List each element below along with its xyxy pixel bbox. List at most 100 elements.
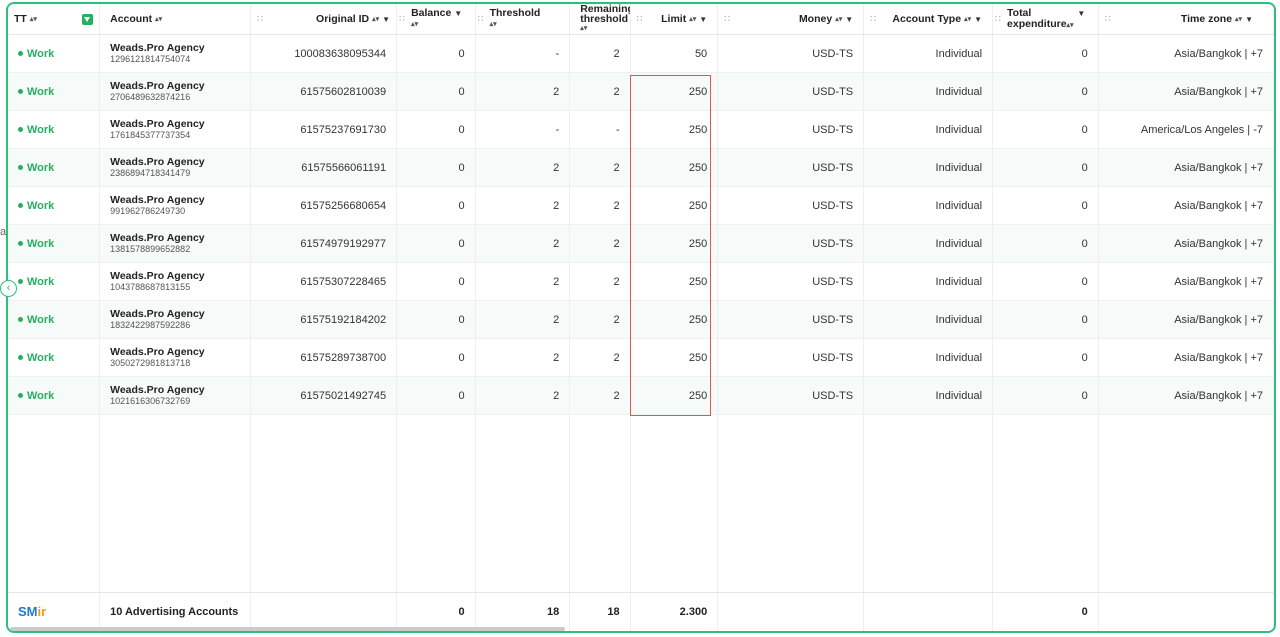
caret-down-icon[interactable]: ▼	[1077, 9, 1085, 18]
caret-down-icon[interactable]: ▼	[382, 15, 390, 24]
column-label-money: Money	[798, 13, 833, 25]
chevron-left-icon[interactable]: ‹	[0, 280, 17, 297]
caret-down-icon[interactable]: ▼	[974, 15, 982, 24]
caret-down-icon[interactable]: ▼	[845, 15, 853, 24]
account-cell[interactable]: Weads.Pro Agency 1761845377737354	[99, 110, 252, 149]
sort-icon[interactable]: ▴▾	[1235, 15, 1242, 23]
column-header-tt[interactable]: TT ▴▾	[8, 4, 101, 35]
account-cell[interactable]: Weads.Pro Agency 1832422987592286	[99, 300, 252, 339]
caret-down-icon[interactable]: ▼	[699, 15, 707, 24]
sort-icon[interactable]: ▴▾	[411, 19, 469, 30]
account-type-cell: Individual	[863, 338, 994, 377]
account-type-cell: Individual	[863, 34, 994, 73]
original-id-cell: 61575289738700	[250, 338, 398, 377]
account-cell[interactable]: Weads.Pro Agency 1021616306732769	[99, 376, 252, 415]
status-cell: Work	[8, 72, 101, 111]
money-cell: USD-TS	[717, 224, 865, 263]
drag-handle-icon[interactable]: ∷	[637, 14, 643, 25]
status-badge: Work	[27, 351, 55, 364]
sort-icon[interactable]: ▴▾	[835, 15, 842, 23]
sort-icon[interactable]: ▴▾	[580, 24, 623, 34]
remaining-threshold-cell: 2	[569, 148, 631, 187]
table-row[interactable]: Work Weads.Pro Agency 1761845377737354 61…	[8, 110, 1274, 149]
account-id: 1761845377737354	[110, 130, 191, 140]
drag-handle-icon[interactable]: ∷	[1105, 14, 1111, 25]
column-header-threshold[interactable]: ∷ Threshold ▼ ▴▾	[475, 4, 571, 35]
total-expenditure-cell: 0	[992, 300, 1099, 339]
caret-down-icon[interactable]: ▼	[1245, 15, 1253, 24]
account-name: Weads.Pro Agency	[110, 156, 205, 168]
sort-icon[interactable]: ▴▾	[155, 15, 162, 23]
total-expenditure-cell: 0	[992, 376, 1099, 415]
status-dot-icon	[18, 355, 23, 361]
drag-handle-icon[interactable]: ∷	[995, 14, 1001, 25]
account-cell[interactable]: Weads.Pro Agency 3050272981813718	[99, 338, 252, 377]
column-header-total-expenditure[interactable]: ∷ Total ▼ expenditure▴▾	[992, 4, 1099, 35]
balance-cell: 0	[396, 186, 476, 225]
drag-handle-icon[interactable]: ∷	[257, 14, 263, 25]
table-row[interactable]: Work Weads.Pro Agency 3050272981813718 61…	[8, 338, 1274, 377]
account-cell[interactable]: Weads.Pro Agency 1381578899652882	[99, 224, 252, 263]
time-zone-cell: Asia/Bangkok | +7	[1098, 72, 1274, 111]
sort-icon[interactable]: ▴▾	[689, 15, 696, 23]
time-zone-cell: Asia/Bangkok | +7	[1098, 186, 1274, 225]
time-zone-cell: Asia/Bangkok | +7	[1098, 300, 1274, 339]
table-row[interactable]: Work Weads.Pro Agency 2706489632874216 61…	[8, 72, 1274, 111]
account-name: Weads.Pro Agency	[110, 80, 205, 92]
account-cell[interactable]: Weads.Pro Agency 2386894718341479	[99, 148, 252, 187]
horizontal-scrollbar[interactable]	[10, 627, 565, 631]
column-header-remaining-threshold[interactable]: Remaining threshold ▴▾	[569, 4, 631, 35]
table-row[interactable]: Work Weads.Pro Agency 1381578899652882 61…	[8, 224, 1274, 263]
drag-handle-icon[interactable]: ∷	[870, 14, 876, 25]
column-header-original-id[interactable]: ∷ Original ID ▴▾ ▼	[250, 4, 398, 35]
status-dot-icon	[18, 127, 23, 133]
account-cell[interactable]: Weads.Pro Agency 991962786249730	[99, 186, 252, 225]
column-header-balance[interactable]: ∷ Balance ▼ ▴▾	[396, 4, 476, 35]
column-header-account[interactable]: Account ▴▾	[99, 4, 252, 35]
table-row[interactable]: Work Weads.Pro Agency 1296121814754074 10…	[8, 34, 1274, 73]
sort-icon[interactable]: ▴▾	[490, 19, 564, 30]
summary-total-expenditure: 0	[992, 592, 1099, 631]
sort-icon[interactable]: ▴▾	[30, 15, 37, 23]
column-header-time-zone[interactable]: ∷ Time zone ▴▾ ▼	[1098, 4, 1274, 35]
time-zone-cell: Asia/Bangkok | +7	[1098, 262, 1274, 301]
status-cell: Work	[8, 34, 101, 73]
drag-handle-icon[interactable]: ∷	[399, 14, 405, 25]
account-cell[interactable]: Weads.Pro Agency 1296121814754074	[99, 34, 252, 73]
column-header-account-type[interactable]: ∷ Account Type ▴▾ ▼	[863, 4, 994, 35]
money-cell: USD-TS	[717, 376, 865, 415]
sort-icon[interactable]: ▴▾	[1067, 22, 1074, 29]
remaining-threshold-cell: 2	[569, 376, 631, 415]
sort-icon[interactable]: ▴▾	[964, 15, 971, 23]
summary-limit: 2.300	[630, 592, 719, 631]
balance-cell: 0	[396, 34, 476, 73]
caret-down-icon[interactable]: ▼	[454, 9, 462, 18]
balance-cell: 0	[396, 338, 476, 377]
drag-handle-icon[interactable]: ∷	[724, 14, 730, 25]
money-cell: USD-TS	[717, 34, 865, 73]
status-badge: Work	[27, 85, 55, 98]
column-header-money[interactable]: ∷ Money ▴▾ ▼	[717, 4, 865, 35]
limit-cell: 250	[630, 376, 719, 415]
table-row[interactable]: Work Weads.Pro Agency 1043788687813155 61…	[8, 262, 1274, 301]
filter-icon[interactable]	[82, 13, 94, 25]
account-id: 1832422987592286	[110, 320, 191, 330]
total-expenditure-cell: 0	[992, 110, 1099, 149]
status-cell: Work	[8, 186, 101, 225]
table-row[interactable]: Work Weads.Pro Agency 2386894718341479 61…	[8, 148, 1274, 187]
status-badge: Work	[27, 123, 55, 136]
account-id: 2386894718341479	[110, 168, 191, 178]
drag-handle-icon[interactable]: ∷	[478, 14, 484, 25]
table-row[interactable]: Work Weads.Pro Agency 991962786249730 615…	[8, 186, 1274, 225]
status-dot-icon	[18, 317, 23, 323]
status-dot-icon	[18, 203, 23, 209]
limit-cell: 50	[630, 34, 719, 73]
account-cell[interactable]: Weads.Pro Agency 2706489632874216	[99, 72, 252, 111]
accounts-panel: TT ▴▾ Account ▴▾ ∷ Original ID ▴▾ ▼ ∷ Balanc…	[6, 2, 1276, 633]
account-cell[interactable]: Weads.Pro Agency 1043788687813155	[99, 262, 252, 301]
time-zone-cell: Asia/Bangkok | +7	[1098, 224, 1274, 263]
sort-icon[interactable]: ▴▾	[372, 15, 379, 23]
table-row[interactable]: Work Weads.Pro Agency 1832422987592286 61…	[8, 300, 1274, 339]
table-row[interactable]: Work Weads.Pro Agency 1021616306732769 61…	[8, 376, 1274, 415]
column-header-limit[interactable]: ∷ Limit ▴▾ ▼	[630, 4, 719, 35]
